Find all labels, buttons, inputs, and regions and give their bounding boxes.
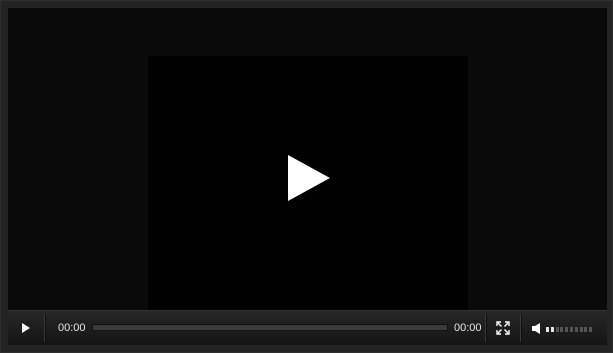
progress-bar[interactable] <box>92 324 448 331</box>
control-bar: 00:00 00:00 <box>8 310 607 345</box>
fullscreen-button[interactable] <box>486 311 520 345</box>
current-time: 00:00 <box>58 322 86 334</box>
volume-segment[interactable] <box>560 327 564 332</box>
volume-segment[interactable] <box>589 327 593 332</box>
big-play-icon[interactable] <box>286 153 332 203</box>
volume-segment[interactable] <box>570 327 573 332</box>
volume-segment[interactable] <box>555 327 559 332</box>
mute-button[interactable] <box>528 311 544 345</box>
separator <box>520 314 521 342</box>
play-icon <box>22 323 30 333</box>
volume-segment[interactable] <box>546 327 549 332</box>
volume-slider[interactable] <box>546 322 594 334</box>
play-button[interactable] <box>8 311 44 345</box>
video-player: 00:00 00:00 <box>0 0 613 353</box>
volume-segment[interactable] <box>574 327 578 332</box>
video-area[interactable] <box>8 8 607 310</box>
fullscreen-icon <box>496 321 510 335</box>
volume-segment[interactable] <box>550 327 554 332</box>
volume-segment[interactable] <box>584 327 588 332</box>
separator <box>44 314 45 342</box>
duration-time: 00:00 <box>454 322 482 334</box>
speaker-icon <box>531 322 540 334</box>
volume-segment[interactable] <box>579 327 583 332</box>
volume-segment[interactable] <box>565 327 569 332</box>
